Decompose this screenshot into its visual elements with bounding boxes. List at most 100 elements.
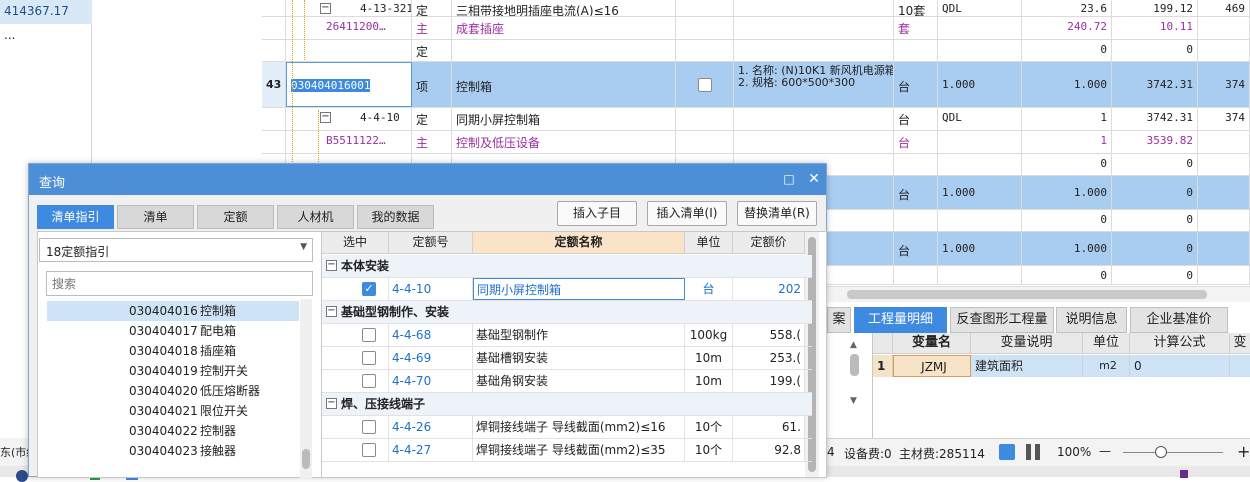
guide-list-item[interactable]: 030404019 控制开关 xyxy=(47,361,299,381)
chevron-down-icon[interactable]: ▼ xyxy=(300,242,307,252)
cell-name[interactable]: 三相带接地明插座电流(A)≤16 xyxy=(452,0,676,16)
replace-list-button[interactable]: 替换清单(R) xyxy=(737,201,817,226)
cell-name[interactable]: 同期小屏控制箱 xyxy=(452,108,676,130)
quota-row[interactable]: 4-4-68 基础型钢制作 100kg 558.( xyxy=(322,324,812,347)
guide-list-item[interactable]: 030404018 插座箱 xyxy=(47,341,299,361)
zoom-slider-handle[interactable] xyxy=(1155,446,1167,458)
row-checkbox[interactable] xyxy=(362,443,376,457)
var-row[interactable]: 1 JZMJ 建筑面积 m2 0 xyxy=(873,355,1250,377)
tab-3[interactable]: 人材机 xyxy=(277,205,354,229)
quota-group-row[interactable]: − 本体安装 xyxy=(322,255,812,278)
bottom-tab[interactable]: 反查图形工程量 xyxy=(950,307,1054,333)
guide-list-item[interactable]: 030404020 低压熔断器 xyxy=(47,381,299,401)
col-header-price[interactable]: 定额价 xyxy=(733,232,805,254)
guide-scrollbar[interactable] xyxy=(300,299,312,478)
guide-list-item[interactable]: 030404022 控制器 xyxy=(47,421,299,441)
dialog-title-bar[interactable]: 查询 xyxy=(29,164,826,195)
cell-name[interactable]: 控制及低压设备 xyxy=(452,131,676,153)
collapse-icon[interactable]: − xyxy=(320,3,331,14)
col-header-code[interactable]: 定额号 xyxy=(389,232,473,254)
insert-child-button[interactable]: 插入子目 xyxy=(557,201,637,226)
table-row[interactable]: 定 00 xyxy=(262,40,1250,62)
table-row[interactable]: 4-4-10− 定同期小屏控制箱 台 QDL 1 3742.31 374 xyxy=(262,108,1250,131)
insert-list-button[interactable]: 插入清单(I) xyxy=(647,201,727,226)
row-checkbox[interactable] xyxy=(362,420,376,434)
var-header[interactable]: 变 xyxy=(1230,333,1250,354)
row-checkbox[interactable] xyxy=(362,351,376,365)
var-header[interactable]: 单位 xyxy=(1083,333,1130,354)
row-checkbox[interactable] xyxy=(698,78,712,92)
var-header[interactable]: 变量名 xyxy=(893,333,971,354)
tab-1[interactable]: 清单 xyxy=(117,205,194,229)
table-row[interactable]: B5511122… 主控制及低压设备 台 1 3539.82 xyxy=(262,131,1250,154)
cell-name[interactable]: 成套插座 xyxy=(452,17,676,39)
quota-row[interactable]: ✓ 4-4-10 同期小屏控制箱台 202 xyxy=(322,278,812,301)
quota-row[interactable]: 4-4-26 焊铜接线端子 导线截面(mm2)≤16 10个 61. xyxy=(322,416,812,439)
quota-row[interactable]: 4-4-69 基础槽钢安装 10m 253.( xyxy=(322,347,812,370)
collapse-icon[interactable]: − xyxy=(320,112,331,123)
var-cell-desc[interactable]: 建筑面积 xyxy=(971,355,1083,377)
cell-name[interactable] xyxy=(452,40,676,61)
cell-code[interactable]: 030404016001 xyxy=(286,62,412,107)
quota-group-row[interactable]: − 基础型钢制作、安装 xyxy=(322,301,812,324)
quota-name[interactable]: 同期小屏控制箱 xyxy=(473,278,685,300)
var-cell-num[interactable]: 1 xyxy=(873,355,893,377)
scroll-thumb[interactable] xyxy=(850,354,859,376)
tab-2[interactable]: 定额 xyxy=(197,205,274,229)
scroll-down-icon[interactable]: ▼ xyxy=(850,396,857,406)
bottom-tab[interactable]: 案 xyxy=(827,307,851,333)
quota-name[interactable]: 焊铜接线端子 导线截面(mm2)≤35 xyxy=(473,439,685,461)
layout-vertical-icon[interactable] xyxy=(999,444,1015,460)
var-header[interactable]: 计算公式 xyxy=(1130,333,1230,354)
scrollbar-thumb[interactable] xyxy=(847,290,1207,299)
quota-name[interactable]: 基础槽钢安装 xyxy=(473,347,685,369)
guide-select[interactable]: 18定额指引 ▼ xyxy=(39,238,313,262)
close-icon[interactable]: ✕ xyxy=(805,170,823,188)
col-header-select[interactable]: 选中 xyxy=(322,232,389,254)
tab-4[interactable]: 我的数据 xyxy=(357,205,434,229)
zoom-slider-track[interactable] xyxy=(1123,452,1223,453)
left-selected-value[interactable]: 414367.17 xyxy=(0,0,92,24)
scrollbar-thumb[interactable] xyxy=(302,449,310,469)
var-cell-unit[interactable]: m2 xyxy=(1083,355,1130,377)
row-checkbox[interactable] xyxy=(362,328,376,342)
selected-code-text[interactable]: 030404016001 xyxy=(291,79,371,92)
grid-horizontal-scrollbar[interactable] xyxy=(827,286,1250,302)
quota-name[interactable]: 基础型钢制作 xyxy=(473,324,685,346)
scroll-up-icon[interactable]: ▲ xyxy=(850,340,857,350)
layout-columns-icon[interactable] xyxy=(1026,444,1040,460)
table-row[interactable]: 4-13-321− 定三相带接地明插座电流(A)≤16 10套 QDL 23.6 199.… xyxy=(262,0,1250,17)
col-header-name[interactable]: 定额名称 xyxy=(473,232,685,254)
quota-group-row[interactable]: − 焊、压接线端子 xyxy=(322,393,812,416)
quota-row[interactable]: 4-4-70 基础角钢安装 10m 199.( xyxy=(322,370,812,393)
table-row[interactable]: 43 030404016001 项控制箱 1. 名称: (N)10K1 新风机电源箱 … xyxy=(262,62,1250,108)
col-header-unit[interactable]: 单位 xyxy=(685,232,733,254)
guide-list-item[interactable]: 030404021 限位开关 xyxy=(47,401,299,421)
row-checkbox[interactable] xyxy=(362,374,376,388)
zoom-out-button[interactable]: — xyxy=(1099,444,1111,458)
taskbar-app-icon[interactable] xyxy=(16,470,28,482)
quota-name[interactable]: 基础角钢安装 xyxy=(473,370,685,392)
row-checkbox[interactable]: ✓ xyxy=(362,282,376,296)
tab-0[interactable]: 清单指引 xyxy=(37,205,114,229)
collapse-icon[interactable]: − xyxy=(326,398,337,409)
table-row[interactable]: 26411200… 主成套插座套 240.72 10.11 xyxy=(262,17,1250,40)
zoom-in-button[interactable]: + xyxy=(1237,442,1250,461)
guide-list-item[interactable]: 030404017 配电箱 xyxy=(47,321,299,341)
bottom-tab[interactable]: 企业基准价 xyxy=(1130,307,1228,333)
var-header[interactable]: 变量说明 xyxy=(971,333,1083,354)
var-scroll[interactable]: ▲ ▼ xyxy=(847,340,863,410)
cell-code[interactable]: 4-4-10 xyxy=(286,108,412,130)
cell-name[interactable]: 控制箱 xyxy=(452,62,676,107)
guide-list-item[interactable]: 030404016 控制箱 xyxy=(47,301,299,321)
var-cell-formula[interactable]: 0 xyxy=(1130,355,1230,377)
quota-row[interactable]: 4-4-27 焊铜接线端子 导线截面(mm2)≤35 10个 92.8 xyxy=(322,439,812,462)
guide-list-item[interactable]: 030404023 接触器 xyxy=(47,441,299,461)
quota-name[interactable]: 焊铜接线端子 导线截面(mm2)≤16 xyxy=(473,416,685,438)
maximize-icon[interactable]: □ xyxy=(781,171,797,187)
bottom-tab[interactable]: 工程量明细 xyxy=(854,307,947,333)
collapse-icon[interactable]: − xyxy=(326,306,337,317)
bottom-tab[interactable]: 说明信息 xyxy=(1056,307,1127,333)
search-input[interactable] xyxy=(46,271,313,296)
var-cell-name[interactable]: JZMJ xyxy=(893,355,971,377)
